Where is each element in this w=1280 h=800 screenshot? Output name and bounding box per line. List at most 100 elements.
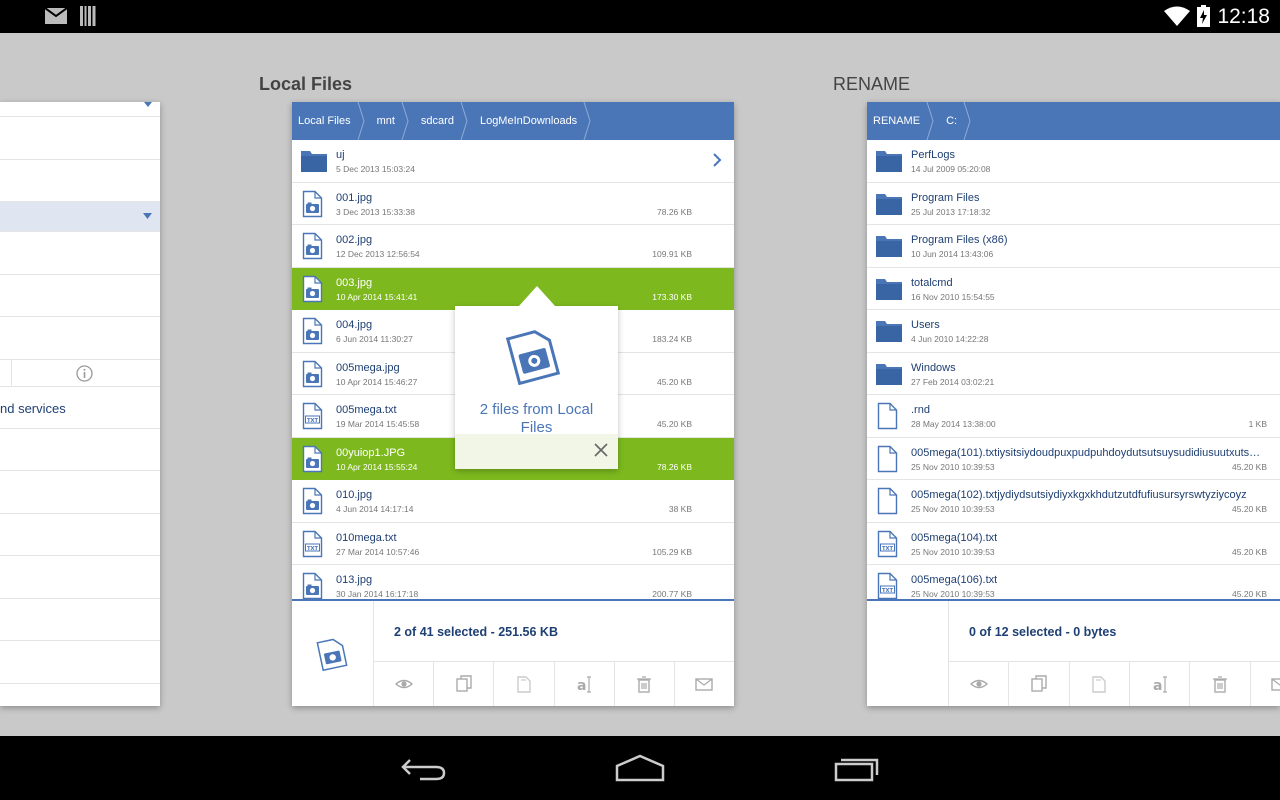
chevron-right-icon[interactable]	[712, 152, 722, 168]
left-row[interactable]	[0, 275, 160, 317]
left-row[interactable]	[0, 641, 160, 684]
copy-button[interactable]	[434, 662, 495, 706]
trash-button[interactable]	[1190, 662, 1251, 706]
file-row[interactable]: 010.jpg 4 Jun 2014 14:17:14 38 KB	[292, 480, 734, 523]
left-row[interactable]	[0, 160, 160, 202]
file-name: 005mega.jpg	[336, 361, 400, 374]
file-date: 4 Jun 2010 14:22:28	[911, 334, 989, 344]
mail-button[interactable]	[675, 662, 734, 706]
file-date: 5 Dec 2013 15:03:24	[336, 164, 415, 174]
copy-button[interactable]	[1009, 662, 1070, 706]
left-row[interactable]	[0, 117, 160, 160]
recent-apps-icon[interactable]	[834, 756, 882, 782]
file-size: 45.20 KB	[657, 419, 692, 429]
svg-text:TXT: TXT	[307, 418, 319, 424]
left-row[interactable]	[0, 514, 160, 556]
file-date: 10 Apr 2014 15:41:41	[336, 291, 418, 302]
file-date: 6 Jun 2014 11:30:27	[336, 334, 413, 344]
file-name: .rnd	[911, 404, 930, 416]
left-row[interactable]	[0, 102, 160, 117]
file-icon-wrap	[875, 233, 903, 264]
eye-icon	[969, 679, 988, 689]
action-toolbar: a	[949, 661, 1280, 706]
info-icon[interactable]	[76, 364, 93, 382]
file-date: 25 Nov 2010 10:39:53	[911, 461, 995, 472]
trash-button[interactable]	[615, 662, 675, 706]
close-icon[interactable]	[594, 443, 608, 457]
eye-button[interactable]	[949, 662, 1010, 706]
left-row[interactable]	[0, 599, 160, 641]
text-file-icon: TXT	[302, 530, 323, 557]
file-date: 10 Apr 2014 15:46:27	[336, 376, 418, 387]
breadcrumb-item[interactable]: C:	[940, 102, 977, 140]
left-row-services[interactable]: nd services	[0, 387, 160, 429]
file-row[interactable]: Program Files 25 Jul 2013 17:18:32	[867, 183, 1280, 225]
file-row[interactable]: PerfLogs 14 Jul 2009 05:20:08	[867, 140, 1280, 183]
file-row[interactable]: TXT 005mega(104).txt 25 Nov 2010 10:39:53 4…	[867, 523, 1280, 565]
file-size: 183.24 KB	[652, 334, 692, 344]
file-row[interactable]: 003.jpg 10 Apr 2014 15:41:41 173.30 KB	[292, 267, 734, 310]
file-row[interactable]: .rnd 28 May 2014 13:38:00 1 KB	[867, 395, 1280, 438]
image-file-icon	[316, 638, 348, 672]
breadcrumb-label: LogMeInDownloads	[479, 115, 578, 127]
file-row[interactable]: Users 4 Jun 2010 14:22:28	[867, 310, 1280, 353]
file-date: 27 Mar 2014 10:57:46	[336, 546, 420, 557]
file-row[interactable]: Program Files (x86) 10 Jun 2014 13:43:06	[867, 225, 1280, 268]
file-size: 200.77 KB	[652, 589, 692, 599]
selection-thumbnail	[292, 601, 374, 706]
file-icon-wrap	[302, 487, 324, 520]
eye-icon	[394, 679, 413, 689]
file-row[interactable]: 005mega(101).txtiysitsiydoudpuxpudpuhdoy…	[867, 438, 1280, 480]
left-row-info[interactable]	[0, 359, 160, 387]
file-name: 005mega.txt	[336, 404, 397, 416]
popup-text: 2 files from Local Files	[479, 401, 594, 436]
rename-icon: a	[1153, 676, 1167, 694]
breadcrumb-item[interactable]: mnt	[371, 102, 415, 140]
file-row[interactable]: 005mega(102).txtjydiydsutsiydiyxkgxkhdut…	[867, 480, 1280, 523]
eye-button[interactable]	[374, 662, 435, 706]
file-row[interactable]: totalcmd 16 Nov 2010 15:54:55	[867, 268, 1280, 310]
rename-button[interactable]: a	[555, 662, 615, 706]
file-size: 78.26 KB	[657, 206, 692, 217]
left-row-highlighted[interactable]	[0, 202, 160, 232]
file-icon-wrap	[302, 445, 324, 478]
back-icon[interactable]	[400, 756, 448, 782]
svg-text:TXT: TXT	[882, 545, 894, 551]
file-row[interactable]: 001.jpg 3 Dec 2013 15:33:38 78.26 KB	[292, 183, 734, 225]
file-row[interactable]: uj 5 Dec 2013 15:03:24	[292, 140, 734, 183]
left-row[interactable]	[0, 556, 160, 599]
file-name: Users	[911, 319, 940, 331]
breadcrumb-item[interactable]: LogMeInDownloads	[474, 102, 597, 140]
breadcrumb-label: mnt	[376, 115, 395, 127]
breadcrumb-item[interactable]: RENAME	[867, 102, 940, 140]
mail-button[interactable]	[1251, 662, 1280, 706]
file-row[interactable]: TXT 010mega.txt 27 Mar 2014 10:57:46 105.29…	[292, 523, 734, 565]
paste-button[interactable]	[494, 662, 555, 706]
left-row[interactable]	[0, 232, 160, 275]
chevron-right-icon	[460, 102, 468, 140]
file-name: PerfLogs	[911, 149, 956, 161]
left-row[interactable]	[0, 317, 160, 360]
image-file-icon	[302, 487, 323, 515]
file-size: 173.30 KB	[652, 291, 692, 302]
battery-icon	[1197, 5, 1210, 27]
selection-summary: 0 of 12 selected - 0 bytes	[969, 625, 1117, 639]
selection-popup[interactable]: 2 files from Local Files	[455, 286, 618, 469]
file-row[interactable]: Windows 27 Feb 2014 03:02:21	[867, 353, 1280, 395]
rename-button[interactable]: a	[1130, 662, 1191, 706]
file-date: 25 Nov 2010 10:39:53	[911, 589, 995, 599]
breadcrumb-item[interactable]: Local Files	[292, 102, 371, 140]
paste-button[interactable]	[1070, 662, 1130, 706]
left-row[interactable]	[0, 429, 160, 471]
left-row[interactable]	[0, 471, 160, 514]
file-name: 001.jpg	[336, 191, 373, 204]
breadcrumb-item[interactable]: sdcard	[415, 102, 474, 140]
home-icon[interactable]	[614, 754, 666, 782]
breadcrumb-label: Local Files	[298, 115, 351, 127]
file-row[interactable]: 002.jpg 12 Dec 2013 12:56:54 109.91 KB	[292, 225, 734, 268]
file-date: 14 Jul 2009 05:20:08	[911, 164, 991, 174]
svg-text:a: a	[577, 678, 586, 694]
file-size: 45.20 KB	[1232, 461, 1267, 472]
file-name: totalcmd	[911, 276, 953, 289]
file-date: 3 Dec 2013 15:33:38	[336, 206, 415, 217]
